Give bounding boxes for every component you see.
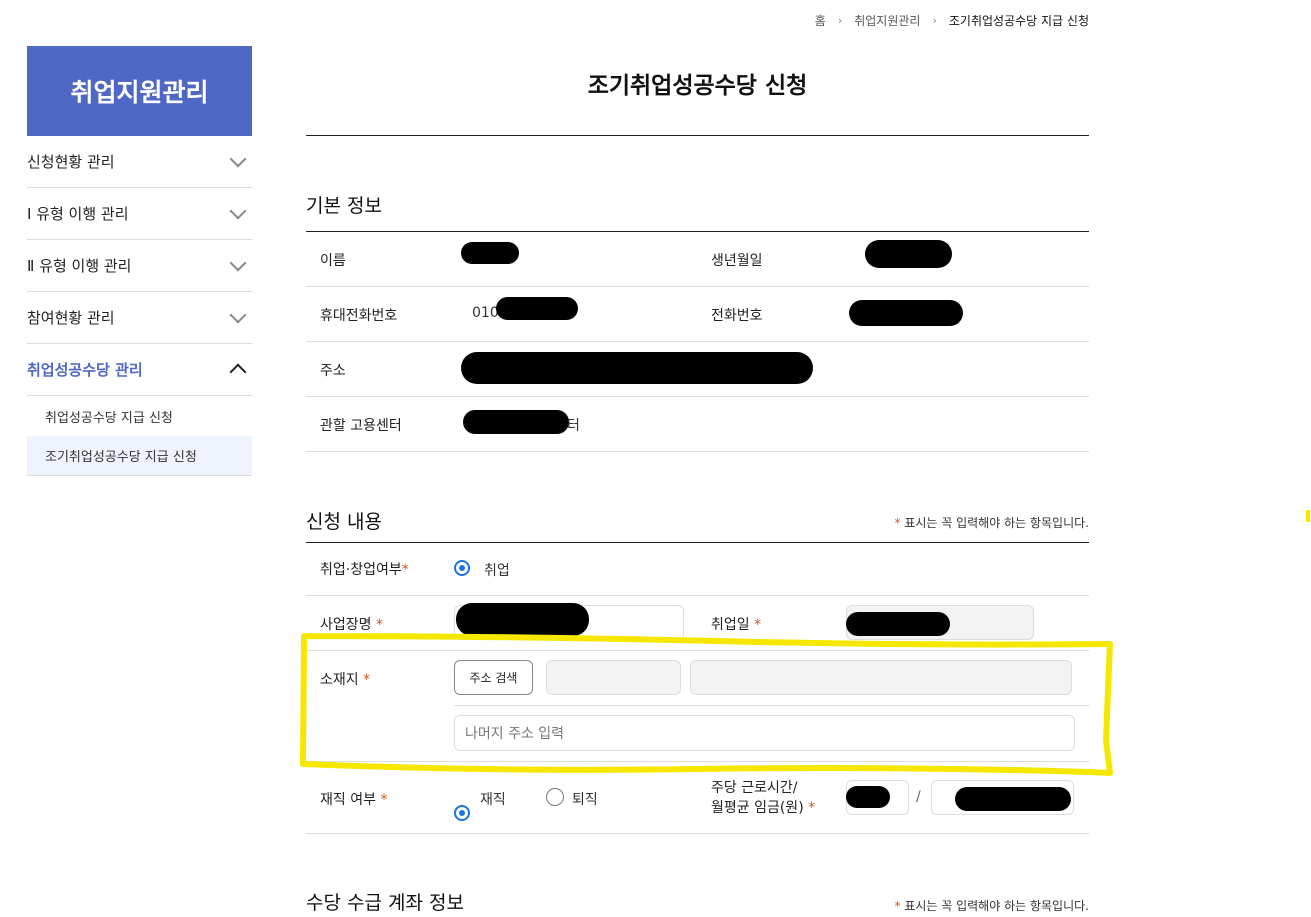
sidebar-item-label: Ⅱ 유형 이행 관리 bbox=[27, 257, 132, 275]
chevron-down-icon bbox=[229, 254, 247, 271]
divider bbox=[306, 231, 1089, 232]
label-center: 관할 고용센터 bbox=[320, 418, 402, 434]
label-employ-type-text: 취업·창업여부 bbox=[320, 562, 402, 578]
radio-employ-type-label: 취업 bbox=[484, 563, 510, 579]
sidebar-subitem-early-success-allowance-apply[interactable]: 조기취업성공수당 지급 신청 bbox=[27, 436, 252, 476]
label-name: 이름 bbox=[320, 253, 346, 269]
redacted-monthly-wage bbox=[955, 787, 1071, 811]
redacted-phone bbox=[849, 300, 963, 326]
label-work-status-text: 재직 여부 bbox=[320, 792, 376, 808]
mobile-prefix: 010 bbox=[472, 305, 499, 321]
divider bbox=[306, 396, 1089, 397]
radio-work-status-employed[interactable] bbox=[454, 805, 470, 821]
radio-employ-type-employed[interactable] bbox=[454, 560, 470, 576]
divider bbox=[306, 341, 1089, 342]
sidebar-item-type1[interactable]: Ⅰ 유형 이행 관리 bbox=[27, 188, 252, 240]
sidebar-item-label: 취업성공수당 관리 bbox=[27, 361, 143, 379]
required-star: * bbox=[894, 899, 901, 913]
chevron-right-icon: › bbox=[932, 14, 937, 27]
label-birthdate: 생년월일 bbox=[711, 253, 763, 269]
highlight-annotation bbox=[300, 633, 1113, 776]
label-address: 주소 bbox=[320, 363, 346, 379]
page-title: 조기취업성공수당 신청 bbox=[587, 73, 808, 99]
divider bbox=[306, 451, 1089, 452]
hours-wage-separator: / bbox=[916, 789, 921, 805]
breadcrumb: 홈 › 취업지원관리 › 조기취업성공수당 지급 신청 bbox=[815, 12, 1089, 29]
section-title-account: 수당 수급 계좌 정보 bbox=[306, 892, 464, 914]
redacted-center bbox=[463, 410, 569, 434]
redacted-name bbox=[461, 242, 519, 264]
required-star: * bbox=[808, 800, 816, 816]
radio-work-status-resigned[interactable] bbox=[546, 788, 564, 806]
radio-work-status-employed-label: 재직 bbox=[480, 792, 506, 808]
chevron-down-icon bbox=[229, 202, 247, 219]
required-note-text: 표시는 꼭 입력해야 하는 항목입니다. bbox=[904, 516, 1089, 530]
chevron-right-icon: › bbox=[837, 14, 843, 27]
sidebar-item-label: 신청현황 관리 bbox=[27, 153, 115, 171]
required-star: * bbox=[401, 562, 409, 578]
divider bbox=[306, 542, 1089, 543]
redacted-address bbox=[461, 352, 813, 384]
chevron-up-icon bbox=[229, 363, 247, 380]
breadcrumb-level1[interactable]: 취업지원관리 bbox=[854, 12, 920, 29]
sidebar-item-type2[interactable]: Ⅱ 유형 이행 관리 bbox=[27, 240, 252, 292]
divider bbox=[306, 833, 1089, 834]
chevron-down-icon bbox=[229, 306, 247, 323]
radio-work-status-resigned-label: 퇴직 bbox=[572, 792, 598, 808]
redacted-birthdate bbox=[865, 240, 952, 268]
sidebar-item-label: Ⅰ 유형 이행 관리 bbox=[27, 205, 129, 223]
label-phone: 전화번호 bbox=[711, 308, 763, 324]
sidebar-subitem-success-allowance-apply[interactable]: 취업성공수당 지급 신청 bbox=[27, 396, 252, 436]
sidebar-item-participation[interactable]: 참여현황 관리 bbox=[27, 292, 252, 344]
label-mobile: 휴대전화번호 bbox=[320, 308, 398, 324]
required-note: * 표시는 꼭 입력해야 하는 항목입니다. bbox=[894, 514, 1089, 531]
label-work-status: 재직 여부 * bbox=[320, 789, 387, 809]
required-note-account: * 표시는 꼭 입력해야 하는 항목입니다. bbox=[894, 897, 1089, 914]
sidebar-title: 취업지원관리 bbox=[27, 46, 252, 136]
chevron-down-icon bbox=[229, 150, 247, 167]
section-title-basic-info: 기본 정보 bbox=[306, 195, 382, 217]
required-star: * bbox=[380, 792, 388, 808]
label-employ-type: 취업·창업여부* bbox=[320, 559, 409, 579]
center-suffix: 터 bbox=[567, 418, 580, 434]
breadcrumb-home[interactable]: 홈 bbox=[815, 12, 826, 29]
required-note-text: 표시는 꼭 입력해야 하는 항목입니다. bbox=[904, 899, 1089, 913]
divider bbox=[306, 135, 1089, 136]
label-wage-text: 월평균 임금(원) bbox=[711, 800, 804, 816]
breadcrumb-current: 조기취업성공수당 지급 신청 bbox=[948, 14, 1089, 28]
section-title-apply: 신청 내용 bbox=[306, 511, 382, 533]
sidebar-nav: 신청현황 관리 Ⅰ 유형 이행 관리 Ⅱ 유형 이행 관리 참여현황 관리 취업… bbox=[27, 136, 252, 476]
redacted-mobile bbox=[496, 297, 578, 320]
sidebar-item-success-allowance[interactable]: 취업성공수당 관리 bbox=[27, 344, 252, 396]
sidebar-item-application-status[interactable]: 신청현황 관리 bbox=[27, 136, 252, 188]
sidebar-item-label: 참여현황 관리 bbox=[27, 309, 115, 327]
divider bbox=[306, 595, 1089, 596]
divider bbox=[306, 286, 1089, 287]
required-star: * bbox=[894, 516, 901, 530]
highlight-tick bbox=[1306, 510, 1310, 522]
